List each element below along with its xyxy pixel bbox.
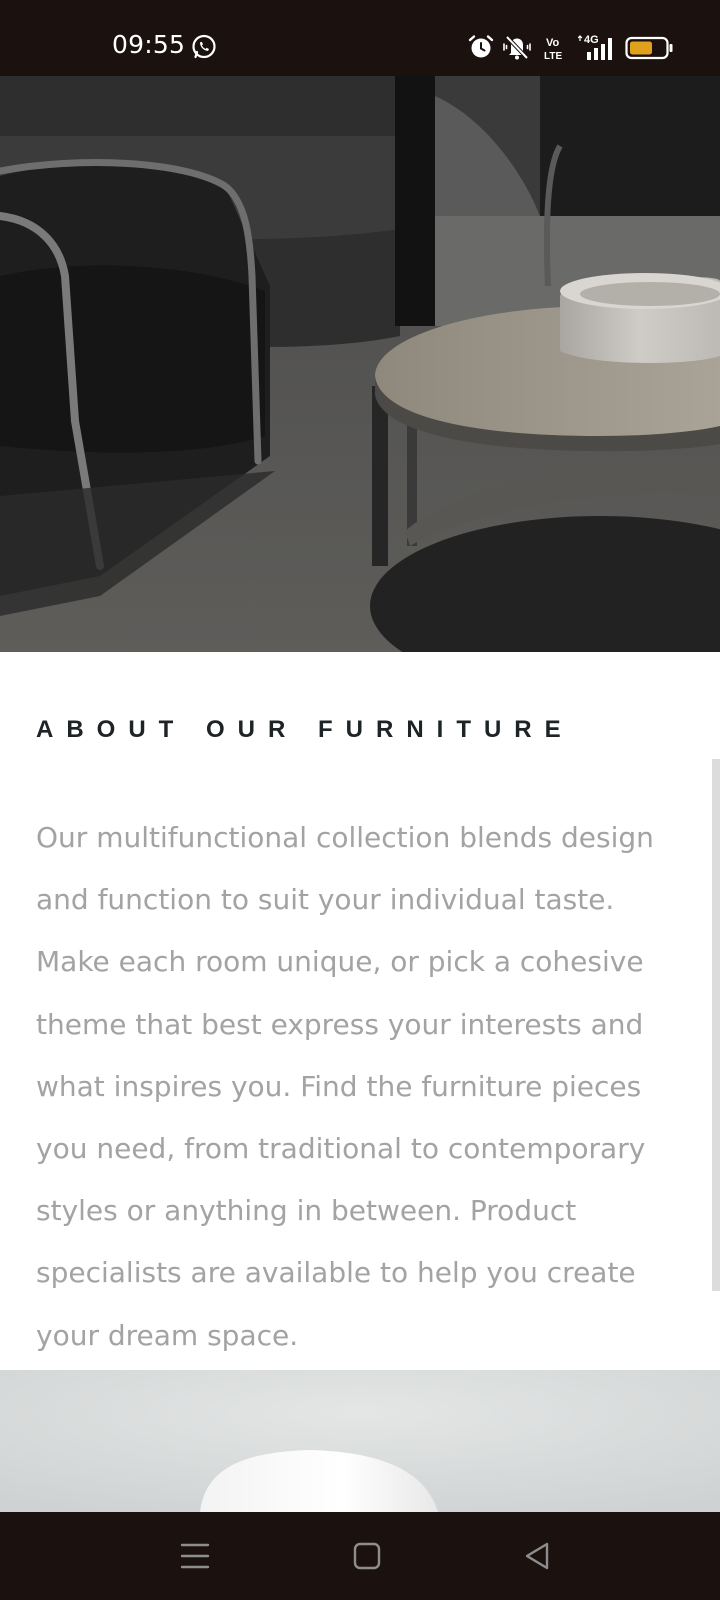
home-icon[interactable] xyxy=(350,1539,384,1573)
volte-label-top: Vo xyxy=(546,37,560,49)
alarm-icon xyxy=(468,35,494,58)
status-bar: 09:55 Vo LTE 4G xyxy=(0,0,720,76)
status-time: 09:55 xyxy=(112,30,186,59)
signal-icon: 4G xyxy=(578,34,612,60)
mute-icon xyxy=(503,35,531,60)
about-heading: ABOUT OUR FURNITURE xyxy=(36,716,574,743)
whatsapp-icon xyxy=(192,34,216,59)
volte-label-bottom: LTE xyxy=(544,51,562,62)
scrollbar[interactable] xyxy=(712,759,720,1291)
volte-icon: Vo LTE xyxy=(544,37,562,62)
battery-icon xyxy=(625,36,673,60)
system-navigation-bar xyxy=(0,1512,720,1600)
menu-icon[interactable] xyxy=(178,1539,212,1573)
network-type-label: 4G xyxy=(584,34,599,46)
next-product-image xyxy=(0,1370,720,1512)
hero-furniture-image xyxy=(0,76,720,652)
about-paragraph: Our multifunctional collection blends de… xyxy=(36,821,654,1352)
back-icon[interactable] xyxy=(521,1539,555,1573)
